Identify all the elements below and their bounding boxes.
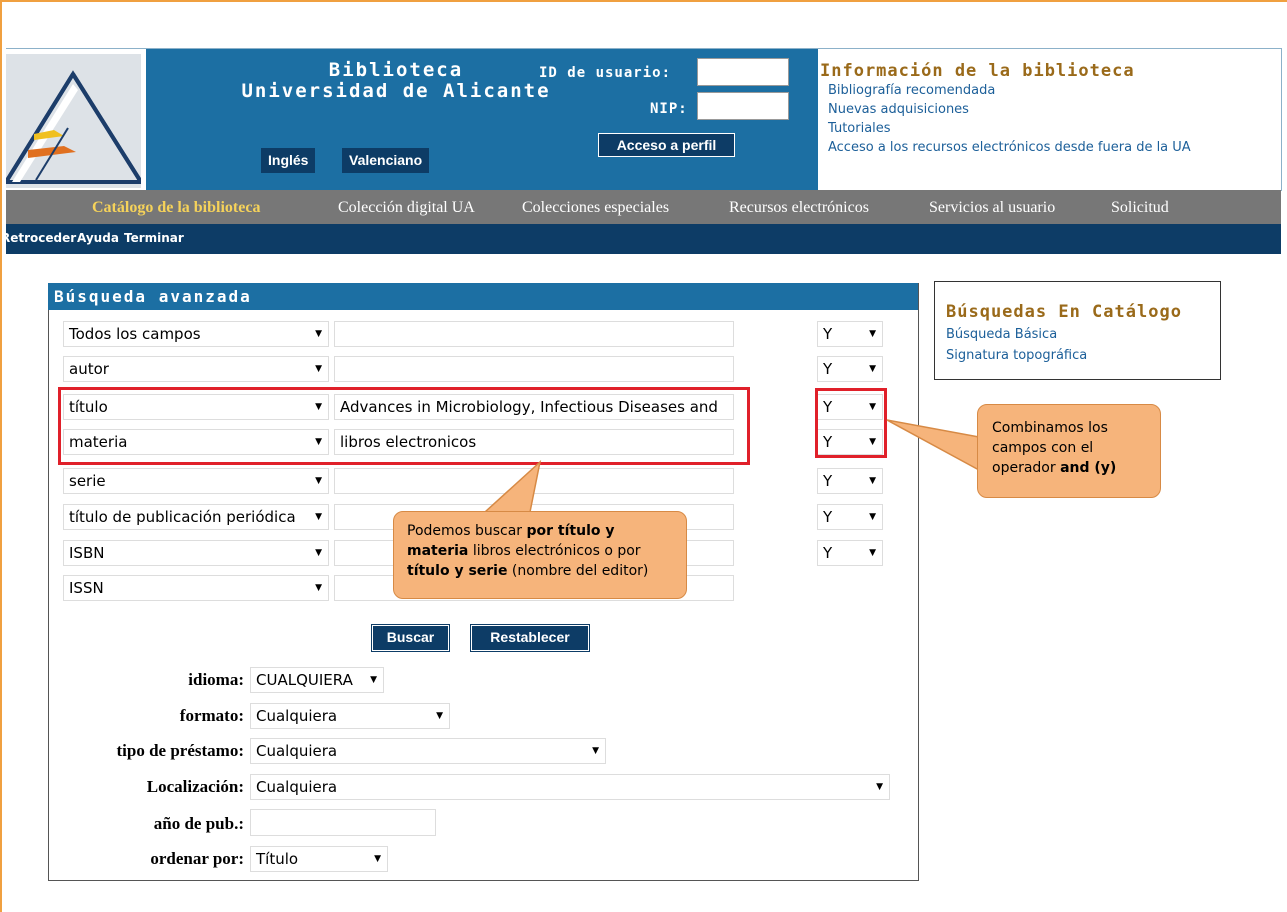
search-tip-callout: Podemos buscar por título y materia libr…: [393, 511, 687, 599]
operator-callout: Combinamos los campos con el operador an…: [977, 404, 1161, 498]
